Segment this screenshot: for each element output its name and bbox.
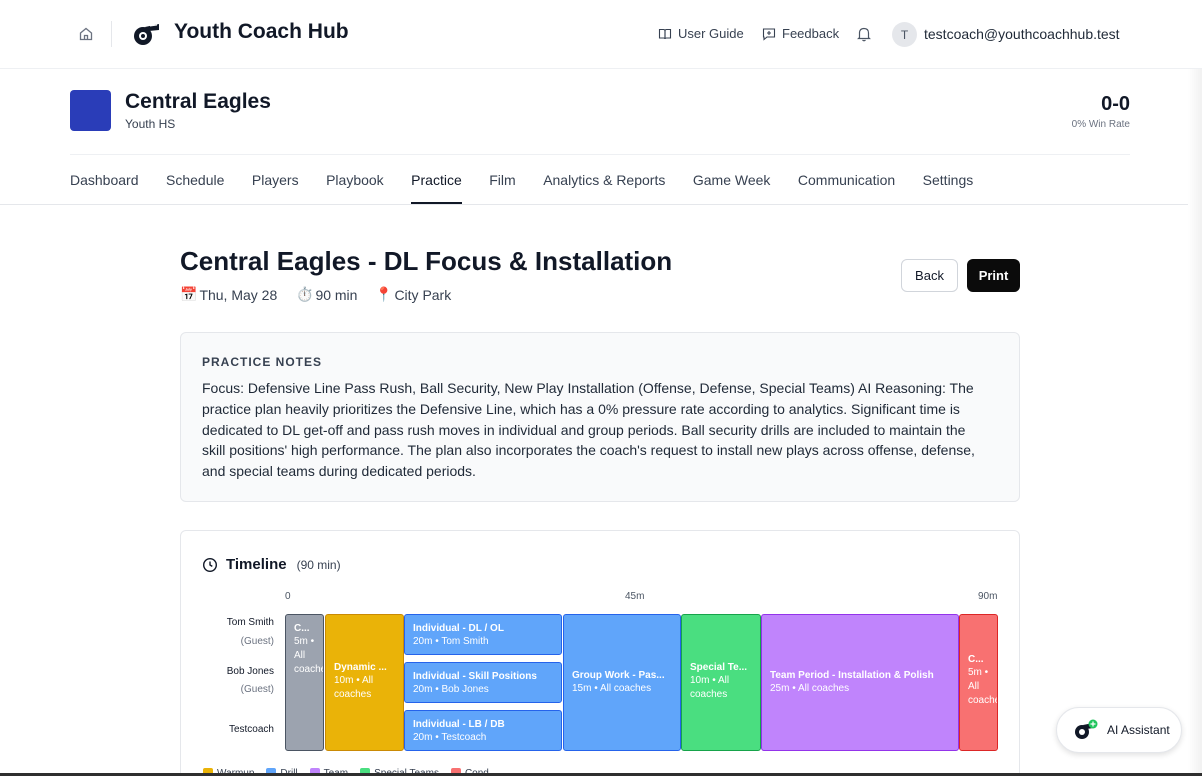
user-guide-link[interactable]: User Guide: [658, 26, 744, 41]
block-title: Special Te...: [690, 662, 748, 673]
timeline-block[interactable]: Individual - DL / OL 20m • Tom Smith: [404, 614, 562, 655]
practice-notes-card: PRACTICE NOTES Focus: Defensive Line Pas…: [180, 332, 1020, 502]
practice-duration: ⏱️ 90 min: [296, 286, 357, 303]
lane-sublabel: (Guest): [240, 636, 274, 647]
location-text: City Park: [394, 286, 452, 303]
avatar[interactable]: T: [892, 22, 917, 47]
block-detail: 20m • Bob Jones: [413, 684, 489, 695]
block-detail: 20m • Tom Smith: [413, 636, 489, 647]
block-title: Team Period - Installation & Polish: [770, 670, 934, 681]
tab-communication[interactable]: Communication: [798, 171, 895, 204]
timeline-heading: Timeline (90 min): [202, 556, 341, 573]
timeline-block[interactable]: Individual - Skill Positions 20m • Bob J…: [404, 662, 562, 703]
timeline-block[interactable]: Dynamic ... 10m • All coaches: [325, 614, 404, 751]
message-plus-icon: [762, 27, 776, 41]
block-title: Group Work - Pas...: [572, 670, 665, 681]
tab-players[interactable]: Players: [252, 171, 299, 204]
book-icon: [658, 28, 672, 39]
duration-text: 90 min: [315, 286, 358, 303]
stopwatch-icon: ⏱️: [296, 286, 314, 302]
tab-settings[interactable]: Settings: [923, 171, 974, 204]
team-level: Youth HS: [125, 117, 176, 131]
tab-film[interactable]: Film: [489, 171, 515, 204]
ai-assistant-button[interactable]: AI Assistant: [1056, 707, 1182, 753]
block-detail: 25m • All coaches: [770, 683, 850, 694]
tick-label: 45m: [625, 591, 645, 602]
team-logo: [70, 90, 111, 131]
lane-sublabel: (Guest): [240, 684, 274, 695]
home-icon[interactable]: [76, 24, 96, 44]
team-name: Central Eagles: [125, 90, 271, 113]
whistle-sparkle-icon: [1075, 719, 1098, 739]
block-title: C...: [968, 654, 984, 665]
timeline-block[interactable]: Group Work - Pas... 15m • All coaches: [563, 614, 681, 751]
block-detail: 5m • All coaches: [968, 667, 997, 706]
page-title: Central Eagles - DL Focus & Installation: [180, 246, 673, 276]
lane-label: Bob Jones: [226, 666, 274, 677]
back-button[interactable]: Back: [901, 259, 958, 292]
timeline-title: Timeline: [226, 556, 287, 573]
feedback-label: Feedback: [782, 26, 840, 41]
practice-location: 📍 City Park: [375, 286, 451, 303]
block-title: Individual - LB / DB: [413, 719, 505, 730]
tab-game-week[interactable]: Game Week: [693, 171, 771, 204]
divider: [70, 154, 1130, 155]
block-title: C...: [294, 623, 310, 634]
tick-label: 90m: [978, 591, 998, 602]
feedback-link[interactable]: Feedback: [762, 26, 839, 41]
block-detail: 10m • All coaches: [334, 675, 374, 700]
user-guide-label: User Guide: [678, 26, 744, 41]
tick-label: 0: [285, 591, 291, 602]
app-title[interactable]: Youth Coach Hub: [174, 20, 349, 44]
timeline-block[interactable]: Team Period - Installation & Polish 25m …: [761, 614, 959, 751]
timeline-duration: (90 min): [296, 557, 341, 572]
timeline-block[interactable]: Individual - LB / DB 20m • Testcoach: [404, 710, 562, 751]
notes-body: Focus: Defensive Line Pass Rush, Ball Se…: [202, 380, 975, 480]
divider: [0, 204, 1202, 205]
lane-label: Testcoach: [228, 724, 274, 735]
tab-analytics-reports[interactable]: Analytics & Reports: [543, 171, 665, 204]
block-title: Dynamic ...: [334, 662, 387, 673]
top-bar: Youth Coach Hub User Guide Feedback T te…: [0, 0, 1202, 69]
ai-assistant-label: AI Assistant: [1107, 723, 1170, 737]
block-detail: 10m • All coaches: [690, 675, 730, 700]
timeline-card: Timeline (90 min) 0 45m 90m Tom Smith (G…: [180, 530, 1020, 776]
tab-playbook[interactable]: Playbook: [326, 171, 384, 204]
pin-icon: 📍: [375, 286, 393, 302]
main-nav: Dashboard Schedule Players Playbook Prac…: [70, 171, 1001, 205]
block-title: Individual - Skill Positions: [413, 671, 537, 682]
tab-schedule[interactable]: Schedule: [166, 171, 224, 204]
user-email[interactable]: testcoach@youthcoachhub.test: [924, 26, 1120, 42]
practice-date: 📅 Thu, May 28: [180, 286, 277, 303]
tab-practice[interactable]: Practice: [411, 171, 462, 204]
team-record: 0-0: [1101, 93, 1130, 115]
bell-icon[interactable]: [855, 25, 873, 43]
block-title: Individual - DL / OL: [413, 623, 504, 634]
win-rate: 0% Win Rate: [1071, 119, 1130, 130]
timeline-block[interactable]: C... 5m • All coaches: [959, 614, 998, 751]
whistle-logo-icon[interactable]: [131, 20, 161, 48]
block-detail: 5m • All coaches: [294, 636, 323, 675]
scrollbar-track[interactable]: [1188, 69, 1202, 776]
date-text: Thu, May 28: [199, 286, 278, 303]
divider: [111, 21, 112, 47]
lane-label: Tom Smith: [226, 617, 274, 628]
timeline-block[interactable]: Special Te... 10m • All coaches: [681, 614, 761, 751]
print-button[interactable]: Print: [967, 259, 1020, 292]
clock-icon: [202, 557, 218, 572]
notes-heading: PRACTICE NOTES: [202, 355, 323, 369]
timeline-block[interactable]: C... 5m • All coaches: [285, 614, 324, 751]
tab-dashboard[interactable]: Dashboard: [70, 171, 139, 204]
block-detail: 20m • Testcoach: [413, 732, 487, 743]
block-detail: 15m • All coaches: [572, 683, 652, 694]
calendar-icon: 📅: [180, 286, 198, 302]
